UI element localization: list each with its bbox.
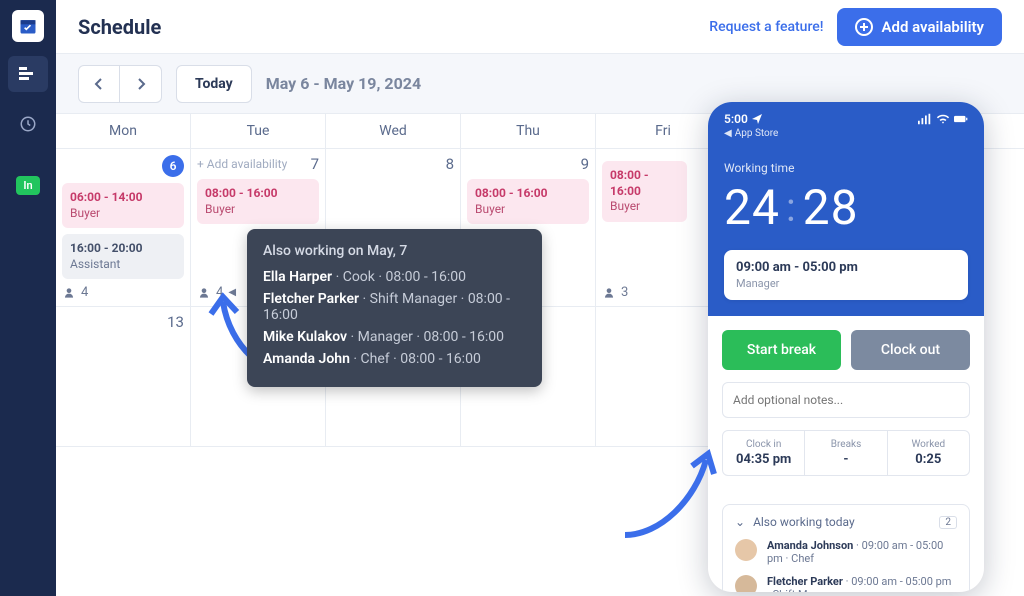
mobile-preview: 5:00 ◀ App Store Working time 24:28 09:0…	[708, 102, 984, 592]
side-rail: In	[0, 0, 56, 596]
shift-stats: Clock in 04:35 pm Breaks - Worked 0:25	[722, 430, 970, 476]
people-icon	[62, 286, 76, 300]
phone-back-link[interactable]: ◀ App Store	[724, 128, 968, 139]
also-working-tooltip: Also working on May, 7 Ella Harper · Coo…	[247, 229, 542, 387]
shift-chip[interactable]: 06:00 - 14:00 Buyer	[62, 183, 184, 228]
shift-chip[interactable]: 08:00 - 16:00 Buyer	[197, 179, 319, 224]
avatar	[735, 575, 757, 592]
clock-out-button[interactable]: Clock out	[851, 330, 970, 370]
battery-icon	[954, 113, 968, 125]
current-shift-card: 09:00 am - 05:00 pm Manager	[724, 250, 968, 300]
prev-week-button[interactable]	[78, 65, 120, 103]
notes-input[interactable]	[722, 382, 970, 418]
annotation-arrow-icon	[610, 440, 720, 540]
shift-chip[interactable]: 08:00 - 16:00 Buyer	[602, 161, 687, 222]
add-availability-hint[interactable]: + Add availability	[197, 157, 287, 171]
avatar	[735, 539, 757, 561]
weekday-label: Wed	[326, 114, 461, 148]
weekday-label: Mon	[56, 114, 191, 148]
page-title: Schedule	[78, 15, 161, 39]
nav-item-clock-icon[interactable]	[8, 106, 48, 142]
location-icon	[752, 114, 762, 124]
next-week-button[interactable]	[120, 65, 162, 103]
day-cell-mon-6[interactable]: 6 06:00 - 14:00 Buyer 16:00 - 20:00 Assi…	[56, 149, 191, 307]
start-break-button[interactable]: Start break	[722, 330, 841, 370]
weekday-label: Thu	[461, 114, 596, 148]
tooltip-title: Also working on May, 7	[263, 243, 526, 259]
tooltip-row: Fletcher Parker · Shift Manager · 08:00 …	[263, 291, 526, 323]
tooltip-row: Mike Kulakov · Manager · 08:00 - 16:00	[263, 329, 526, 345]
working-timer: 24:28	[724, 179, 968, 236]
day-cell-mon-13[interactable]: 13	[56, 307, 191, 447]
nav-item-schedule-icon[interactable]	[8, 56, 48, 92]
app-logo[interactable]	[12, 10, 44, 42]
people-count[interactable]: 4	[62, 285, 184, 300]
coworker-row[interactable]: Fletcher Parker · 09:00 am - 05:00 pm · …	[735, 575, 957, 592]
coworker-row[interactable]: Amanda Johnson · 09:00 am - 05:00 pm · C…	[735, 539, 957, 565]
shift-chip[interactable]: 16:00 - 20:00 Assistant	[62, 234, 184, 279]
people-count[interactable]: 3	[602, 285, 724, 300]
plus-icon	[855, 18, 873, 36]
phone-status-bar: 5:00	[724, 112, 968, 126]
also-working-count: 2	[939, 516, 957, 529]
date-range-label: May 6 - May 19, 2024	[266, 74, 421, 93]
people-icon	[602, 286, 616, 300]
also-working-label: Also working today	[753, 515, 855, 529]
page-header: Schedule Request a feature! Add availabi…	[56, 0, 1024, 54]
clockin-status-badge: In	[16, 176, 39, 195]
tooltip-row: Ella Harper · Cook · 08:00 - 16:00	[263, 269, 526, 285]
add-availability-button[interactable]: Add availability	[837, 8, 1002, 46]
working-time-label: Working time	[724, 161, 968, 175]
today-button[interactable]: Today	[176, 65, 252, 103]
also-working-panel[interactable]: ⌄ Also working today 2 Amanda Johnson · …	[722, 504, 970, 592]
request-feature-link[interactable]: Request a feature!	[709, 19, 823, 35]
date-pill-current: 6	[162, 155, 184, 177]
wifi-icon	[936, 113, 950, 125]
weekday-label: Tue	[191, 114, 326, 148]
chevron-down-icon: ⌄	[735, 515, 745, 529]
tooltip-row: Amanda John · Chef · 08:00 - 16:00	[263, 351, 526, 367]
add-availability-label: Add availability	[881, 18, 984, 36]
signal-icon	[918, 113, 932, 125]
shift-chip[interactable]: 08:00 - 16:00 Buyer	[467, 179, 589, 224]
